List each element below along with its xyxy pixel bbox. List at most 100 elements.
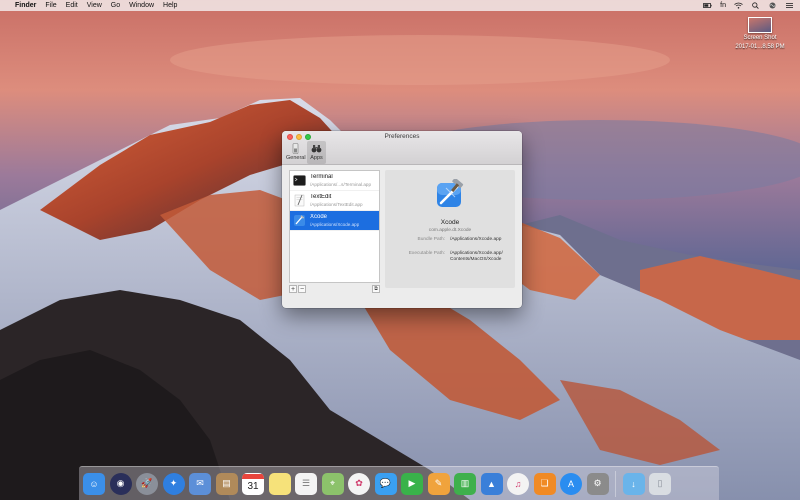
dock: ☺ ◉ 🚀 ✦ ✉ ▤ 31 ☰ ⌖ ✿ 💬 ▶ ✎ ▥ ▲ ♫ ❏ A ⚙ ↓ ▯ — [79, 466, 719, 500]
desktop-file-subtitle: 2017-01...8.58 PM — [735, 44, 785, 50]
finder-icon[interactable]: ☺ — [83, 472, 105, 495]
preferences-window: Preferences General Apps Terminal /Appli… — [282, 131, 522, 308]
app-name: Xcode — [310, 213, 328, 220]
menu-finder[interactable]: Finder — [15, 2, 36, 9]
notes-icon[interactable] — [268, 472, 291, 495]
finder-glyph: ☺ — [89, 478, 99, 489]
menu-edit[interactable]: Edit — [66, 2, 78, 9]
numbers-icon[interactable]: ▥ — [454, 472, 476, 495]
apps-pane: Terminal /Applications/...s/Terminal.app… — [282, 166, 522, 308]
appstore-icon[interactable]: A — [560, 472, 582, 495]
app-detail-panel: Xcode com.apple.dt.Xcode Bundle Path: /A… — [385, 170, 515, 288]
desktop-screenshot-file[interactable]: Screen Shot 2017-01...8.58 PM — [730, 17, 790, 51]
tab-general-label: General — [286, 155, 306, 161]
keynote-glyph: ▲ — [487, 478, 496, 489]
appstore-glyph: A — [567, 478, 574, 489]
app-name: Terminal — [310, 173, 333, 180]
contacts-glyph: ▤ — [222, 478, 231, 488]
messages-icon[interactable]: 💬 — [374, 472, 397, 495]
screenshot-thumbnail — [748, 17, 772, 33]
maps-icon[interactable]: ⌖ — [321, 472, 344, 495]
switch-icon — [292, 143, 299, 154]
tab-apps[interactable]: Apps — [307, 141, 326, 164]
xcode-icon — [437, 179, 464, 207]
numbers-glyph: ▥ — [460, 478, 470, 488]
bundle-path-label: Bundle Path: — [417, 237, 445, 242]
menu-bar: Finder File Edit View Go Window Help fn — [0, 0, 800, 11]
reminders-icon[interactable]: ☰ — [295, 472, 317, 495]
app-name: TextEdit — [310, 193, 332, 200]
itunes-icon[interactable]: ♫ — [507, 472, 529, 495]
desktop-file-name: Screen Shot — [743, 35, 777, 41]
calendar-day: 31 — [247, 480, 259, 492]
apps-list[interactable]: Terminal /Applications/...s/Terminal.app… — [289, 170, 380, 283]
executable-path-label: Executable Path: — [408, 251, 445, 256]
ibooks-icon[interactable]: ❏ — [533, 472, 556, 495]
status-area: fn — [703, 2, 794, 9]
facetime-icon[interactable]: ▶ — [401, 472, 423, 495]
list-footer: + − ⧉ — [289, 284, 380, 294]
menu-file[interactable]: File — [45, 2, 56, 9]
keynote-icon[interactable]: ▲ — [480, 472, 503, 495]
downloads-folder-glyph: ↓ — [631, 478, 636, 489]
photos-icon[interactable]: ✿ — [348, 472, 370, 495]
detail-bundle-id: com.apple.dt.Xcode — [428, 228, 472, 233]
battery-icon[interactable] — [703, 2, 712, 9]
terminal-icon — [293, 175, 306, 186]
downloads-folder-icon[interactable]: ↓ — [622, 472, 645, 495]
calendar-icon[interactable]: 31 — [242, 472, 264, 495]
safari-icon[interactable]: ✦ — [162, 472, 185, 495]
trash-glyph: ▯ — [657, 478, 663, 488]
window-titlebar[interactable]: Preferences General Apps — [282, 131, 522, 165]
facetime-glyph: ▶ — [408, 478, 416, 488]
detail-app-name: Xcode — [440, 219, 460, 226]
ibooks-glyph: ❏ — [540, 478, 549, 488]
executable-path-row: Executable Path: /Applications/Xcode.app… — [385, 251, 515, 265]
safari-glyph: ✦ — [169, 478, 178, 488]
fn-indicator[interactable]: fn — [720, 2, 726, 9]
tab-general[interactable]: General — [286, 141, 306, 164]
textedit-icon — [294, 194, 305, 207]
search-icon[interactable] — [751, 2, 760, 9]
app-path: /Applications/TextEdit.app — [310, 201, 363, 207]
mail-icon[interactable]: ✉ — [189, 472, 211, 495]
maps-glyph: ⌖ — [329, 478, 336, 488]
system-preferences-icon[interactable]: ⚙ — [586, 472, 609, 495]
launchpad-icon[interactable]: 🚀 — [136, 472, 158, 495]
preferences-toolbar: General Apps — [286, 141, 326, 164]
wifi-icon[interactable] — [734, 2, 743, 9]
remove-app-button[interactable]: − — [298, 285, 306, 293]
list-item-xcode[interactable]: Xcode /Applications/Xcode.app — [290, 211, 379, 231]
contacts-icon[interactable]: ▤ — [215, 472, 238, 495]
trash-icon[interactable]: ▯ — [649, 472, 671, 495]
itunes-glyph: ♫ — [514, 478, 522, 489]
photos-glyph: ✿ — [355, 478, 363, 488]
menu-view[interactable]: View — [87, 2, 102, 9]
add-app-button[interactable]: + — [289, 285, 297, 293]
system-preferences-glyph: ⚙ — [593, 478, 602, 488]
reminders-glyph: ☰ — [301, 478, 311, 488]
list-item-textedit[interactable]: TextEdit /Applications/TextEdit.app — [290, 191, 379, 211]
list-item-terminal[interactable]: Terminal /Applications/...s/Terminal.app — [290, 171, 379, 191]
executable-path-value-line2: Contents/MacOS/Xcode — [450, 257, 502, 262]
app-path: /Applications/Xcode.app — [310, 221, 360, 227]
mail-glyph: ✉ — [196, 478, 204, 488]
siri-menu-icon[interactable] — [768, 2, 777, 9]
app-path: /Applications/...s/Terminal.app — [310, 181, 372, 187]
binoculars-icon — [311, 145, 322, 153]
tab-apps-label: Apps — [310, 155, 323, 161]
siri-icon[interactable]: ◉ — [109, 472, 132, 495]
notification-center-icon[interactable] — [785, 2, 794, 9]
bundle-path-row: Bundle Path: /Applications/Xcode.app — [385, 237, 515, 245]
menu-go[interactable]: Go — [111, 2, 120, 9]
menu-help[interactable]: Help — [163, 2, 177, 9]
launchpad-glyph: 🚀 — [141, 478, 153, 488]
menu-window[interactable]: Window — [129, 2, 154, 9]
messages-glyph: 💬 — [379, 478, 392, 488]
dock-separator — [615, 470, 616, 497]
siri-glyph: ◉ — [116, 478, 125, 488]
pages-icon[interactable]: ✎ — [427, 472, 450, 495]
reveal-app-button[interactable]: ⧉ — [372, 285, 380, 293]
xcode-icon — [294, 215, 305, 226]
bundle-path-value: /Applications/Xcode.app — [450, 237, 502, 242]
